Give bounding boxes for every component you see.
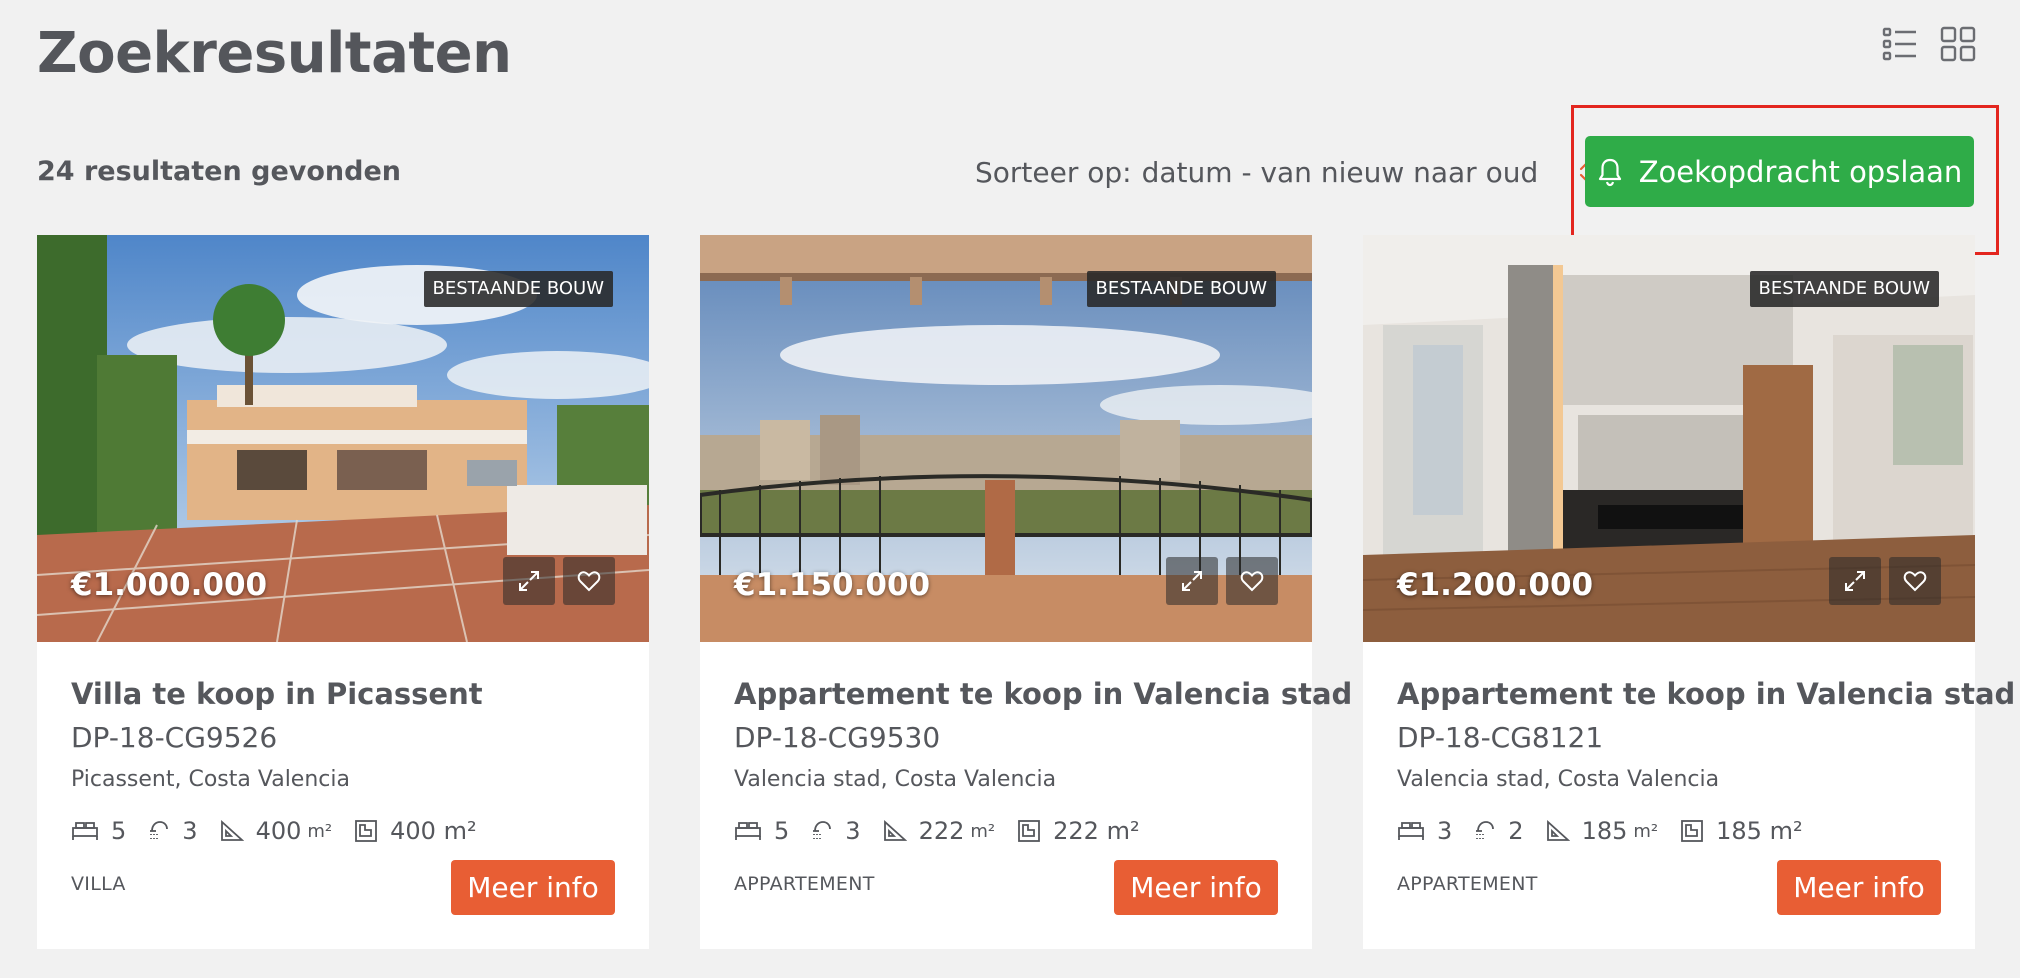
- more-info-button[interactable]: Meer info: [1114, 860, 1278, 915]
- shower-icon: [150, 821, 169, 842]
- shower-icon: [1476, 821, 1495, 842]
- favorite-heart-icon[interactable]: [563, 557, 615, 605]
- listing-specs: 5 3 400 m² 400 m²: [71, 817, 499, 845]
- status-badge: BESTAANDE BOUW: [1086, 271, 1276, 307]
- property-type: APPARTEMENT: [734, 873, 875, 895]
- save-search-label: Zoekopdracht opslaan: [1638, 154, 1963, 189]
- listing-title[interactable]: Appartement te koop in Valencia stad: [1397, 675, 2015, 713]
- results-count: 24 resultaten gevonden: [37, 156, 401, 187]
- list-view-icon[interactable]: [1880, 24, 1920, 64]
- listing-location: Picassent, Costa Valencia: [71, 767, 350, 792]
- view-toggle: [1880, 24, 1978, 64]
- listing-title[interactable]: Villa te koop in Picassent: [71, 675, 615, 713]
- bed-icon: [735, 822, 761, 840]
- plot-area: 400 m²: [390, 817, 477, 845]
- bathrooms-count: 3: [845, 817, 861, 845]
- bathrooms-count: 2: [1508, 817, 1524, 845]
- more-info-button[interactable]: Meer info: [1777, 860, 1941, 915]
- save-search-button[interactable]: Zoekopdracht opslaan: [1585, 136, 1974, 207]
- sort-value[interactable]: datum - van nieuw naar oud: [1142, 156, 1539, 189]
- listing-price: €1.200.000: [1397, 567, 1594, 603]
- listing-card[interactable]: BESTAANDE BOUW €1.000.000 Villa te koop …: [37, 235, 649, 949]
- expand-icon[interactable]: [1829, 557, 1881, 605]
- listing-reference: DP-18-CG9530: [734, 721, 941, 754]
- status-badge: BESTAANDE BOUW: [1749, 271, 1939, 307]
- property-type: APPARTEMENT: [1397, 873, 1538, 895]
- bedrooms-count: 5: [774, 817, 790, 845]
- page-title: Zoekresultaten: [37, 21, 512, 86]
- sort-select[interactable]: Sorteer op: datum - van nieuw naar oud: [975, 152, 1596, 192]
- listing-specs: 3 2 185 m² 185 m²: [1397, 817, 1825, 845]
- bedrooms-count: 5: [111, 817, 127, 845]
- plot-area-icon: [1681, 820, 1704, 842]
- sort-label: Sorteer op:: [975, 155, 1132, 189]
- listing-reference: DP-18-CG9526: [71, 721, 278, 754]
- built-area-unit: m²: [970, 820, 996, 842]
- built-area: 400: [255, 817, 302, 845]
- listing-card[interactable]: BESTAANDE BOUW €1.150.000 Appartement te…: [700, 235, 1352, 949]
- bell-icon: [1598, 158, 1621, 186]
- status-badge: BESTAANDE BOUW: [423, 271, 613, 307]
- listing-reference: DP-18-CG8121: [1397, 721, 1604, 754]
- plot-area-icon: [1018, 820, 1041, 842]
- favorite-heart-icon[interactable]: [1889, 557, 1941, 605]
- plot-area: 185 m²: [1716, 817, 1803, 845]
- listing-title[interactable]: Appartement te koop in Valencia stad: [734, 675, 1352, 713]
- listing-location: Valencia stad, Costa Valencia: [734, 767, 1057, 792]
- built-area-unit: m²: [1633, 820, 1659, 842]
- grid-view-icon[interactable]: [1938, 24, 1978, 64]
- expand-icon[interactable]: [503, 557, 555, 605]
- expand-icon[interactable]: [1166, 557, 1218, 605]
- bathrooms-count: 3: [182, 817, 198, 845]
- favorite-heart-icon[interactable]: [1226, 557, 1278, 605]
- listing-photo[interactable]: BESTAANDE BOUW €1.200.000: [1363, 235, 1975, 642]
- more-info-button[interactable]: Meer info: [451, 860, 615, 915]
- built-area-icon: [883, 820, 907, 841]
- listing-photo[interactable]: BESTAANDE BOUW €1.000.000: [37, 235, 649, 642]
- shower-icon: [813, 821, 832, 842]
- built-area-unit: m²: [307, 820, 333, 842]
- listing-card[interactable]: BESTAANDE BOUW €1.200.000 Appartement te…: [1363, 235, 2015, 949]
- built-area: 185: [1581, 817, 1628, 845]
- plot-area: 222 m²: [1053, 817, 1140, 845]
- bedrooms-count: 3: [1437, 817, 1453, 845]
- plot-area-icon: [355, 820, 378, 842]
- built-area-icon: [1546, 820, 1570, 841]
- built-area-icon: [220, 820, 244, 841]
- listing-price: €1.150.000: [734, 567, 931, 603]
- bed-icon: [72, 822, 98, 840]
- listing-location: Valencia stad, Costa Valencia: [1397, 767, 1720, 792]
- property-type: VILLA: [71, 873, 126, 895]
- bed-icon: [1398, 822, 1424, 840]
- listing-photo[interactable]: BESTAANDE BOUW €1.150.000: [700, 235, 1312, 642]
- listing-price: €1.000.000: [71, 567, 268, 603]
- listing-specs: 5 3 222 m² 222 m²: [734, 817, 1162, 845]
- built-area: 222: [918, 817, 965, 845]
